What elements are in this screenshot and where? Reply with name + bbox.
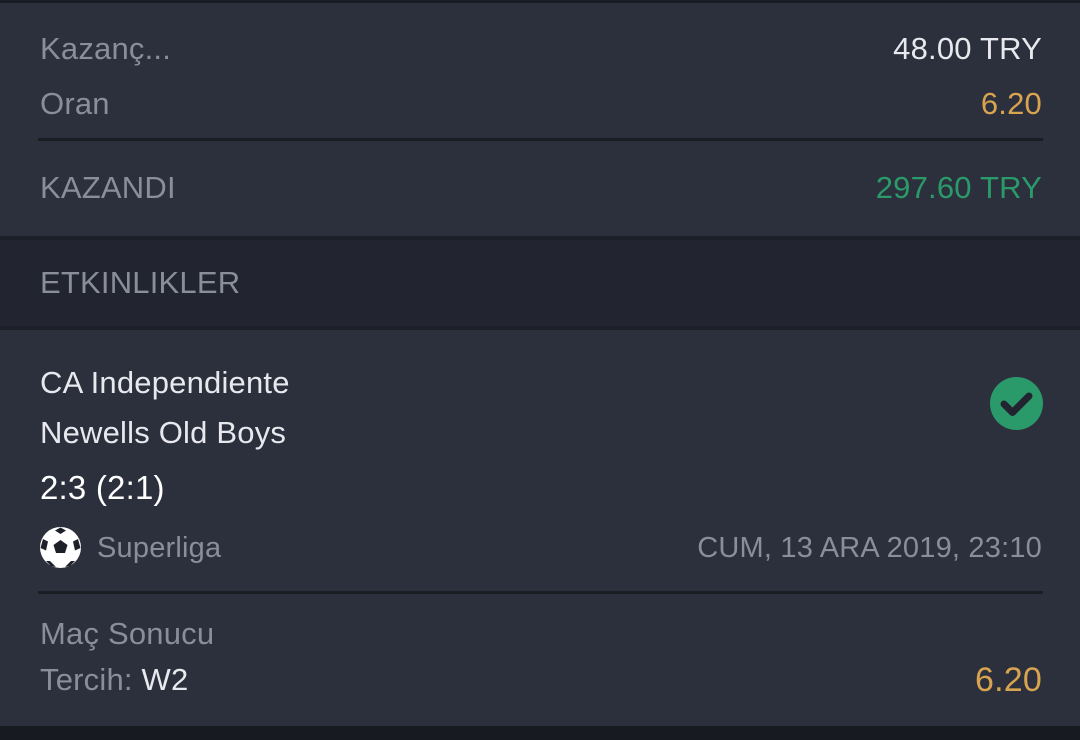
- match-score: 2:3 (2:1): [40, 469, 165, 506]
- winnings-label: Kazanç...: [40, 31, 172, 66]
- events-section-title: ETKINLIKLER: [40, 265, 241, 300]
- event-datetime: CUM, 13 ARA 2019, 23:10: [697, 532, 1042, 564]
- pick-label: Tercih:: [40, 662, 133, 697]
- summary-divider: [38, 138, 1043, 141]
- soccer-ball-icon: [40, 527, 81, 568]
- event-divider: [38, 591, 1043, 594]
- pick-odds: 6.20: [975, 661, 1042, 699]
- pick-value: W2: [141, 662, 189, 697]
- bottom-edge: [0, 726, 1080, 740]
- winnings-value: 48.00 TRY: [893, 31, 1042, 66]
- bet-details-screen: Kazanç... 48.00 TRY Oran 6.20 KAZANDI 29…: [0, 0, 1080, 740]
- result-value: 297.60 TRY: [875, 170, 1042, 205]
- market-name: Maç Sonucu: [40, 616, 215, 651]
- pick-row: Tercih: W2: [40, 662, 188, 698]
- odds-label: Oran: [40, 86, 110, 121]
- league-name: Superliga: [97, 532, 222, 564]
- away-team: Newells Old Boys: [40, 415, 287, 450]
- check-circle-icon: [990, 377, 1043, 430]
- result-label: KAZANDI: [40, 170, 176, 205]
- home-team: CA Independiente: [40, 365, 290, 400]
- odds-value: 6.20: [980, 86, 1042, 121]
